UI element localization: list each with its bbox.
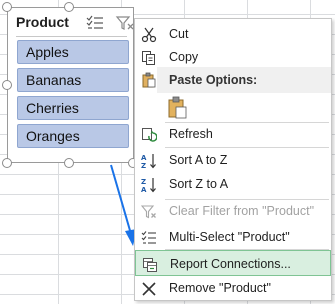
- menu-item-clear-filter[interactable]: Clear Filter from "Product": [135, 198, 331, 224]
- menu-item-multi-select[interactable]: Multi-Select "Product": [135, 224, 331, 250]
- sort-descending-icon: Z A: [141, 176, 157, 194]
- resize-handle-bottom-left[interactable]: [2, 158, 12, 168]
- resize-handle-top-left[interactable]: [2, 2, 12, 12]
- svg-text:A: A: [141, 186, 147, 193]
- resize-handle-bottom[interactable]: [64, 158, 74, 168]
- svg-text:A: A: [141, 154, 147, 162]
- menu-label-report-connections: Report Connections...: [170, 257, 291, 271]
- menu-label-clear-filter: Clear Filter from "Product": [169, 204, 315, 218]
- multi-select-icon[interactable]: [85, 14, 105, 32]
- menu-item-remove[interactable]: Remove "Product": [135, 275, 331, 301]
- product-slicer[interactable]: Product Apples Bananas Cherries Oranges: [7, 7, 134, 163]
- slicer-header-divider: [16, 36, 127, 37]
- svg-text:Z: Z: [141, 162, 146, 169]
- paste-icon: [141, 72, 157, 88]
- menu-item-sort-z-to-a[interactable]: Z A Sort Z to A: [135, 171, 331, 197]
- sort-ascending-icon: A Z: [141, 152, 157, 170]
- slicer-item-oranges[interactable]: Oranges: [17, 124, 129, 148]
- slicer-header: Product: [16, 13, 134, 35]
- slicer-item-bananas[interactable]: Bananas: [17, 68, 129, 92]
- paste-option-clipboard-icon[interactable]: [166, 95, 190, 121]
- resize-handle-left[interactable]: [2, 80, 12, 90]
- clear-filter-icon: [140, 203, 157, 219]
- report-connections-icon: [142, 256, 158, 272]
- menu-label-sort-z-to-a: Sort Z to A: [169, 177, 229, 191]
- svg-text:Z: Z: [141, 178, 146, 186]
- slicer-item-cherries[interactable]: Cherries: [17, 96, 129, 120]
- menu-label-refresh: Refresh: [169, 127, 213, 141]
- slicer-title: Product: [16, 14, 69, 30]
- menu-item-sort-a-to-z[interactable]: A Z Sort A to Z: [135, 147, 331, 173]
- multi-select-icon: [141, 229, 157, 245]
- paste-options-label: Paste Options:: [169, 73, 258, 87]
- context-menu: Cut Copy Paste Options: Refresh A Z Sort…: [134, 18, 332, 301]
- menu-label-multi-select: Multi-Select "Product": [169, 230, 290, 244]
- paste-options-header: Paste Options:: [142, 67, 331, 93]
- copy-icon: [141, 49, 157, 65]
- menu-item-refresh[interactable]: Refresh: [135, 121, 331, 147]
- resize-handle-top[interactable]: [64, 2, 74, 12]
- menu-label-sort-a-to-z: Sort A to Z: [169, 153, 228, 167]
- menu-item-report-connections[interactable]: Report Connections...: [135, 250, 331, 276]
- slicer-item-apples[interactable]: Apples: [17, 40, 129, 64]
- scissors-icon: [141, 26, 157, 43]
- clear-filter-icon[interactable]: [115, 14, 135, 32]
- menu-label-remove: Remove "Product": [169, 281, 271, 295]
- refresh-icon: [141, 126, 158, 142]
- close-icon: [141, 280, 157, 296]
